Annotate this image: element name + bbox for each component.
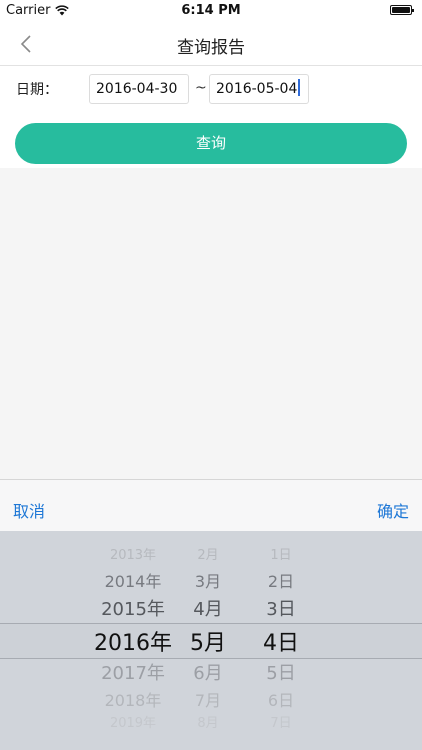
picker-day-item[interactable]: 2日 — [236, 568, 326, 592]
picker-day-item[interactable]: 1日 — [236, 544, 326, 563]
picker-day-item[interactable]: 4日 — [236, 625, 326, 657]
picker-day-item[interactable]: 7日 — [236, 712, 326, 731]
query-button[interactable]: 查询 — [15, 123, 407, 164]
picker-day-item[interactable]: 6日 — [236, 687, 326, 711]
results-area — [0, 168, 422, 479]
date-picker: 2013年 2014年 2015年 2016年 2017年 2018年 2019年 2月 3月… — [0, 531, 422, 750]
nav-bar: 查询报告 — [0, 22, 422, 66]
start-date-field[interactable]: 2016-04-30 — [89, 74, 189, 104]
cancel-button[interactable]: 取消 — [13, 498, 45, 522]
page-title: 查询报告 — [177, 38, 245, 58]
date-label: 日期： — [16, 82, 58, 98]
picker-toolbar: 取消 确定 — [0, 479, 422, 531]
picker-day-item[interactable]: 3日 — [236, 595, 326, 621]
confirm-button[interactable]: 确定 — [377, 498, 409, 522]
text-cursor — [298, 79, 301, 96]
end-date-value: 2016-05-04 — [216, 81, 298, 97]
battery-icon — [390, 5, 414, 15]
query-form: 日期： 2016-04-30 ~ 2016-05-04 查询 — [0, 66, 422, 168]
picker-day-item[interactable]: 5日 — [236, 659, 326, 685]
status-time: 6:14 PM — [181, 3, 241, 18]
date-range-separator: ~ — [195, 80, 207, 96]
day-wheel[interactable]: 1日 2日 3日 4日 5日 6日 7日 — [236, 531, 326, 750]
status-bar: Carrier 6:14 PM — [0, 0, 422, 22]
start-date-value: 2016-04-30 — [96, 81, 178, 97]
end-date-field[interactable]: 2016-05-04 — [209, 74, 309, 104]
